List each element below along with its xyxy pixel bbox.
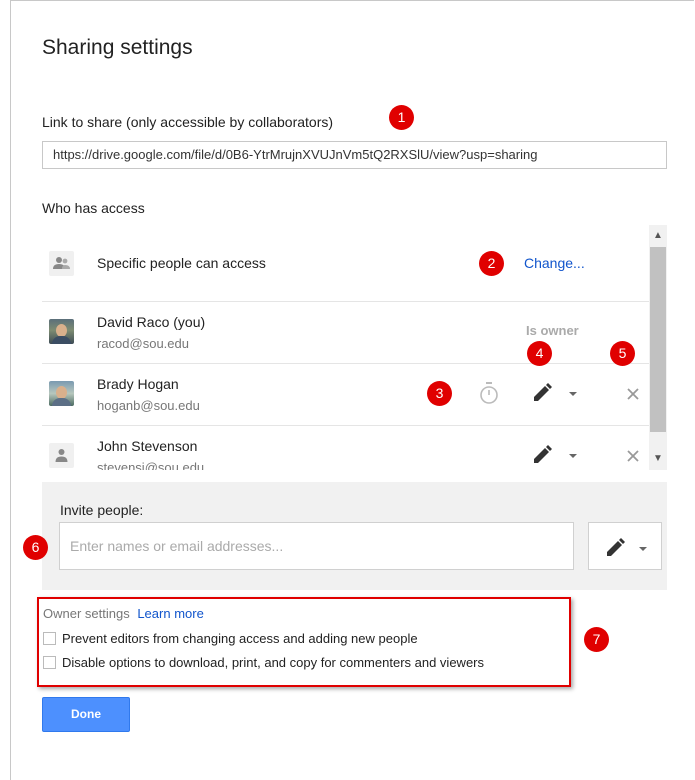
invite-panel: Invite people: <box>42 482 667 590</box>
person-email: hoganb@sou.edu <box>97 398 200 413</box>
person-row: Brady Hogan hoganb@sou.edu <box>42 363 649 426</box>
sharing-dialog: Sharing settings Link to share (only acc… <box>10 0 694 780</box>
who-has-access-label: Who has access <box>42 200 145 216</box>
annotation-badge: 1 <box>389 105 414 130</box>
visibility-text: Specific people can access <box>97 255 266 271</box>
owner-settings-box: Owner settings Learn more Prevent editor… <box>37 597 571 687</box>
change-visibility-link[interactable]: Change... <box>524 255 585 271</box>
annotation-badge: 6 <box>23 535 48 560</box>
person-email: racod@sou.edu <box>97 336 189 351</box>
person-email: stevensj@sou.edu <box>97 460 205 470</box>
person-name: Brady Hogan <box>97 376 179 392</box>
scroll-up-icon[interactable]: ▲ <box>649 227 667 245</box>
access-list[interactable]: Specific people can access Change... Dav… <box>42 225 667 470</box>
expiration-timer-icon[interactable] <box>478 381 500 410</box>
prevent-editors-checkbox[interactable] <box>43 632 56 645</box>
owner-role-label: Is owner <box>526 323 579 338</box>
people-group-icon <box>49 251 74 276</box>
annotation-badge: 5 <box>610 341 635 366</box>
option-label: Disable options to download, print, and … <box>62 655 484 670</box>
scroll-down-icon[interactable]: ▼ <box>649 450 667 468</box>
done-button[interactable]: Done <box>42 697 130 732</box>
owner-option-row[interactable]: Prevent editors from changing access and… <box>43 631 418 646</box>
disable-download-checkbox[interactable] <box>43 656 56 669</box>
annotation-badge: 3 <box>427 381 452 406</box>
owner-option-row[interactable]: Disable options to download, print, and … <box>43 655 484 670</box>
person-icon <box>49 443 74 468</box>
link-label: Link to share (only accessible by collab… <box>42 114 334 130</box>
avatar <box>49 319 74 344</box>
dialog-title: Sharing settings <box>42 36 193 59</box>
option-label: Prevent editors from changing access and… <box>62 631 418 646</box>
annotation-badge: 2 <box>479 251 504 276</box>
access-list-scrollbar[interactable]: ▲ ▼ <box>649 225 667 470</box>
invite-input[interactable] <box>59 522 574 570</box>
scroll-thumb[interactable] <box>650 247 666 432</box>
annotation-badge: 4 <box>527 341 552 366</box>
learn-more-link[interactable]: Learn more <box>137 606 203 621</box>
invite-permission-dropdown[interactable] <box>588 522 662 570</box>
remove-person-icon[interactable] <box>627 387 639 405</box>
share-link-field[interactable]: https://drive.google.com/file/d/0B6-YtrM… <box>42 141 667 169</box>
person-name: David Raco (you) <box>97 314 206 330</box>
invite-label: Invite people: <box>60 502 144 518</box>
permission-dropdown[interactable] <box>532 383 580 408</box>
person-name: John Stevenson <box>97 438 198 454</box>
avatar <box>49 381 74 406</box>
annotation-badge: 7 <box>584 627 609 652</box>
permission-dropdown[interactable] <box>532 445 580 470</box>
owner-settings-heading: Owner settings Learn more <box>43 606 204 621</box>
remove-person-icon[interactable] <box>627 449 639 467</box>
person-row: John Stevenson stevensj@sou.edu <box>42 425 649 470</box>
owner-settings-label: Owner settings <box>43 606 130 621</box>
visibility-row: Specific people can access Change... <box>42 225 649 302</box>
person-row: David Raco (you) racod@sou.edu Is owner <box>42 301 649 364</box>
